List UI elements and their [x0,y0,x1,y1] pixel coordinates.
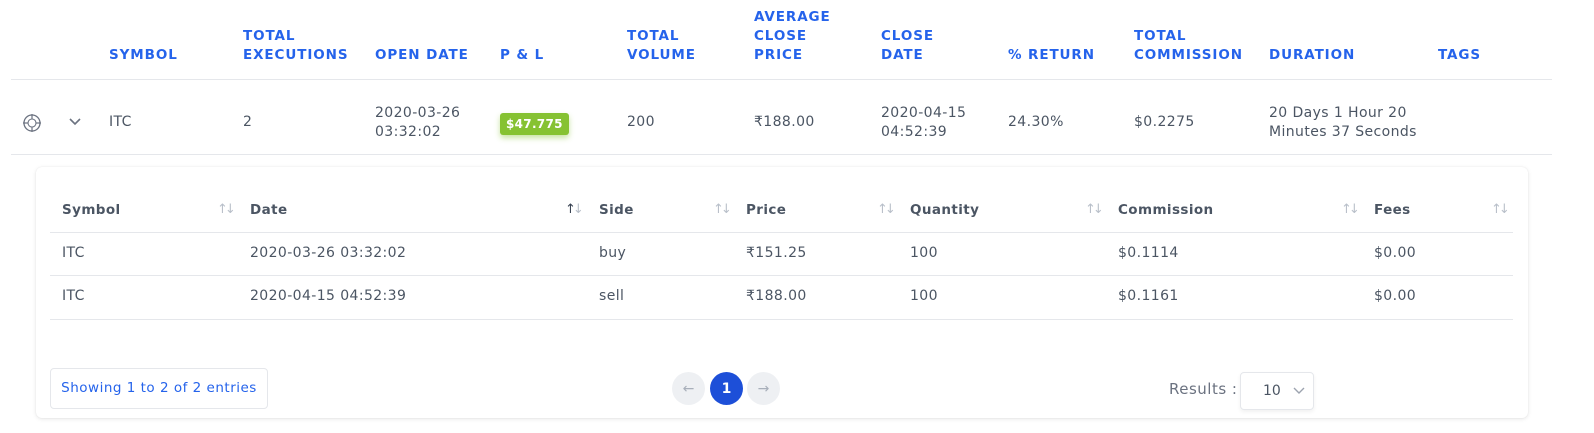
row-divider [11,154,1552,155]
crosshair-icon[interactable] [22,113,42,133]
exec-fees: $0.00 [1374,288,1417,304]
exec-side: buy [599,245,627,261]
exec-date: 2020-04-15 04:52:39 [250,288,407,304]
next-page-button[interactable]: → [747,372,780,405]
row-total-volume: 200 [627,114,655,130]
chevron-down-icon[interactable] [68,117,82,127]
prev-page-button[interactable]: ← [672,372,705,405]
inner-col-commission[interactable]: Commission [1118,202,1214,218]
inner-sort-fees-icon[interactable]: ↑↓ [1491,202,1510,217]
exec-symbol: ITC [62,288,85,304]
inner-col-side[interactable]: Side [599,202,634,218]
row-total-commission: $0.2275 [1134,114,1195,130]
inner-row-divider [50,275,1513,276]
exec-date: 2020-03-26 03:32:02 [250,245,407,261]
row-duration: 20 Days 1 Hour 20 Minutes 37 Seconds [1269,105,1417,140]
col-header-duration[interactable]: Duration [1269,0,1355,80]
col-header-total-commission[interactable]: Total Commission [1134,0,1243,80]
inner-col-fees[interactable]: Fees [1374,202,1411,218]
exec-side: sell [599,288,625,304]
arrow-right-icon: → [757,380,770,397]
inner-col-quantity[interactable]: Quantity [910,202,979,218]
row-symbol: ITC [109,114,132,130]
col-header-symbol[interactable]: Symbol [109,0,178,80]
col-header-avg-close-price[interactable]: Average Close Price [754,0,831,80]
inner-sort-symbol-icon[interactable]: ↑↓ [217,202,236,217]
entries-summary: Showing 1 to 2 of 2 entries [50,368,268,409]
header-divider [11,79,1552,80]
chevron-down-icon [1293,387,1305,394]
inner-sort-quantity-icon[interactable]: ↑↓ [1085,202,1104,217]
inner-sort-side-icon[interactable]: ↑↓ [713,202,732,217]
results-label: Results : [1169,380,1238,398]
row-open-date: 2020-03-26 03:32:02 [375,105,461,140]
exec-commission: $0.1161 [1118,288,1179,304]
row-close-date: 2020-04-15 04:52:39 [881,105,967,140]
col-header-tags: Tags [1438,47,1482,63]
inner-sort-date-icon[interactable]: ↑↓ [565,202,584,217]
inner-sort-commission-icon[interactable]: ↑↓ [1341,202,1360,217]
inner-header-divider [50,232,1513,233]
page-1-button[interactable]: 1 [710,372,743,405]
inner-col-symbol[interactable]: Symbol [62,202,121,218]
row-avg-close-price: ₹188.00 [754,114,815,130]
col-header-total-executions[interactable]: Total Executions [243,0,348,80]
exec-price: ₹188.00 [746,288,807,304]
inner-sort-price-icon[interactable]: ↑↓ [877,202,896,217]
trades-page: Symbol ↑↓ Total Executions ↑↓ Open Date … [0,0,1594,433]
inner-col-date[interactable]: Date [250,202,288,218]
col-header-pnl[interactable]: P & L [500,0,544,80]
pnl-badge: $47.775 [500,113,569,135]
inner-row-divider [50,319,1513,320]
row-return: 24.30% [1008,114,1064,130]
col-header-return[interactable]: % Return [1008,0,1095,80]
row-total-executions: 2 [243,114,253,130]
col-header-close-date[interactable]: Close Date [881,0,934,80]
results-per-page-value: 10 [1263,383,1281,399]
col-header-open-date[interactable]: Open Date [375,0,469,80]
results-per-page-select[interactable]: 10 [1240,372,1314,410]
col-header-total-volume[interactable]: Total Volume [627,0,696,80]
inner-col-price[interactable]: Price [746,202,786,218]
exec-symbol: ITC [62,245,85,261]
exec-commission: $0.1114 [1118,245,1179,261]
exec-fees: $0.00 [1374,245,1417,261]
exec-price: ₹151.25 [746,245,807,261]
exec-quantity: 100 [910,245,938,261]
exec-quantity: 100 [910,288,938,304]
executions-detail-card: Symbol ↑↓ Date ↑↓ Side ↑↓ Price ↑↓ Quant… [36,167,1528,418]
arrow-left-icon: ← [682,380,695,397]
